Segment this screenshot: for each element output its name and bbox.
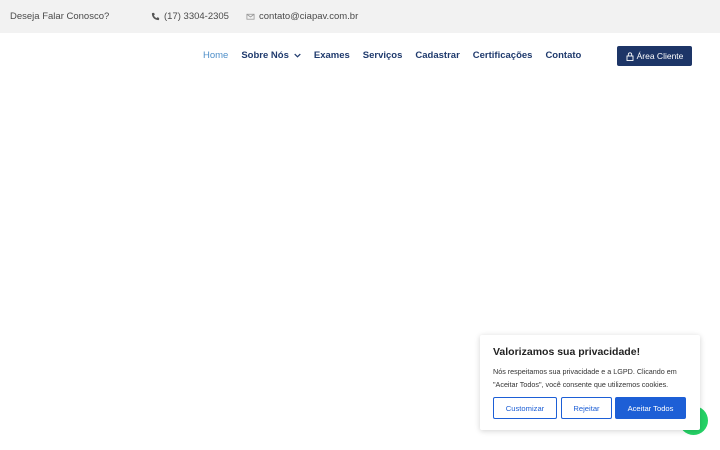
phone-icon <box>151 12 160 21</box>
area-cliente-button[interactable]: Área Cliente <box>617 46 692 66</box>
customize-button[interactable]: Customizar <box>493 397 557 419</box>
nav-item-label: Home <box>203 50 229 61</box>
area-cliente-label: Área Cliente <box>636 51 684 61</box>
chevron-down-icon <box>294 53 301 58</box>
contact-tagline: Deseja Falar Conosco? <box>10 11 110 22</box>
nav-item-servicos[interactable]: Serviços <box>363 50 403 61</box>
reject-button[interactable]: Rejeitar <box>561 397 612 419</box>
nav-item-exames[interactable]: Exames <box>314 50 350 61</box>
nav-item-home[interactable]: Home <box>203 50 228 61</box>
nav-item-sobre-nos[interactable]: Sobre Nós <box>241 50 301 61</box>
accept-all-button[interactable]: Aceitar Todos <box>615 397 686 419</box>
nav-item-contato[interactable]: Contato <box>545 50 581 61</box>
nav-menu: Home Sobre Nós Exames Serviços Cadastrar… <box>203 50 594 61</box>
email-address: contato@ciapav.com.br <box>259 11 359 22</box>
nav-item-certificacoes[interactable]: Certificações <box>473 50 533 61</box>
nav-item-label: Sobre Nós <box>241 50 289 61</box>
envelope-icon <box>246 13 255 20</box>
cookie-title: Valorizamos sua privacidade! <box>493 346 641 358</box>
lock-icon <box>626 51 634 61</box>
top-bar: Deseja Falar Conosco? (17) 3304-2305 con… <box>0 0 720 33</box>
phone-number: (17) 3304-2305 <box>164 11 229 22</box>
nav-item-label: Certificações <box>472 50 533 61</box>
nav-item-label: Cadastrar <box>415 50 460 61</box>
nav-item-label: Contato <box>545 50 582 61</box>
cookie-consent-banner: Valorizamos sua privacidade! Nós respeit… <box>480 335 700 430</box>
email-link[interactable]: contato@ciapav.com.br <box>246 11 358 22</box>
phone-link[interactable]: (17) 3304-2305 <box>151 11 229 22</box>
cookie-text: Nós respeitamos sua privacidade e a LGPD… <box>493 367 677 389</box>
nav-item-label: Exames <box>313 50 350 61</box>
nav-item-label: Serviços <box>362 50 403 61</box>
nav-item-cadastrar[interactable]: Cadastrar <box>415 50 459 61</box>
main-navigation: Home Sobre Nós Exames Serviços Cadastrar… <box>0 33 720 79</box>
